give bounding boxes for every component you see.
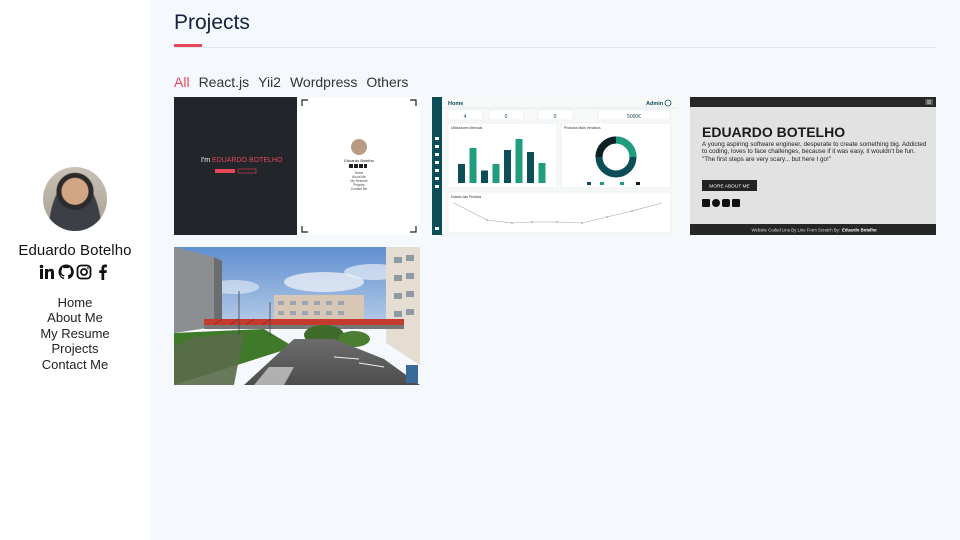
bar-1 <box>469 148 477 183</box>
orders-status-title: Estado das Pedidos <box>451 195 481 199</box>
social-links <box>39 263 111 281</box>
monthly-users-title: Utilizadores Mensais <box>451 126 483 130</box>
project-card-3d-render[interactable] <box>174 247 420 385</box>
bar-5 <box>515 139 523 183</box>
sidebar: Eduardo Botelho Home About Me My Resume … <box>0 0 150 540</box>
filter-wordpress[interactable]: Wordpress <box>290 74 357 90</box>
landing-quote: "The first steps are very scary... but h… <box>702 155 831 163</box>
avatar <box>43 167 107 231</box>
top-products-title: Produtos Mais Vendidos <box>564 126 601 130</box>
filter-reactjs[interactable]: React.js <box>199 74 250 90</box>
nav-my-resume[interactable]: My Resume <box>0 326 150 341</box>
mini-avatar <box>351 139 367 155</box>
intro-prefix: I'm <box>201 157 210 164</box>
intro-button-primary <box>215 169 235 173</box>
intro-name: EDUARDO BOTELHO <box>212 157 283 164</box>
stat-value-1: 4 <box>464 114 467 120</box>
landing-topbar <box>690 97 936 107</box>
stat-value-3: 0 <box>554 114 557 120</box>
dashboard-sidebar <box>432 97 442 235</box>
filter-yii2[interactable]: Yii2 <box>258 74 281 90</box>
linkedin-icon[interactable] <box>39 264 55 280</box>
profile-name: Eduardo Botelho <box>18 242 132 259</box>
right-building <box>386 247 420 365</box>
page-title: Projects <box>174 11 250 34</box>
render-thumbnail <box>174 247 420 385</box>
stat-value-2: 0 <box>505 114 508 120</box>
dashboard-thumbnail: Home Admin 4 0 0 5000€ Utilizadores Mens… <box>432 97 678 235</box>
instagram-icon[interactable] <box>76 264 92 280</box>
landing-footer-text: Website Coded Line By Line From Scratch … <box>751 228 840 233</box>
landing-thumbnail: EDUARDO BOTELHO A young aspiring softwar… <box>690 97 936 235</box>
bar-2 <box>481 170 488 183</box>
filter-others[interactable]: Others <box>366 74 408 90</box>
portfolio-thumbnail: I'm EDUARDO BOTELHO Eduardo Botelho Home… <box>174 97 420 235</box>
more-about-me-label: MORE ABOUT ME <box>709 184 749 190</box>
dashboard-header-title: Home <box>448 101 463 107</box>
bar-0 <box>458 164 465 183</box>
project-card-dashboard[interactable]: Home Admin 4 0 0 5000€ Utilizadores Mens… <box>432 97 678 235</box>
mini-name: Eduardo Botelho <box>344 158 375 163</box>
filter-all[interactable]: All <box>174 74 190 90</box>
bar-6 <box>527 152 534 183</box>
nav-projects[interactable]: Projects <box>0 341 150 356</box>
nav-about-me[interactable]: About Me <box>0 310 150 325</box>
project-filters: All React.js Yii2 Wordpress Others <box>174 74 417 90</box>
landing-tagline-wrap: A young aspiring software engineer, desp… <box>702 141 927 163</box>
dashboard-header-user: Admin <box>646 101 664 107</box>
github-icon[interactable] <box>58 264 74 280</box>
stat-value-4: 5000€ <box>627 114 641 120</box>
landing-footer-name: Eduardo Botelho <box>842 228 877 233</box>
title-divider <box>174 47 936 48</box>
landing-heading: EDUARDO BOTELHO <box>702 124 845 140</box>
landing-tagline: A young aspiring software engineer, desp… <box>702 141 927 156</box>
facebook-icon[interactable] <box>95 264 111 280</box>
bar-4 <box>504 150 511 183</box>
project-card-portfolio[interactable]: I'm EDUARDO BOTELHO Eduardo Botelho Home… <box>174 97 420 235</box>
bar-3 <box>492 164 500 183</box>
orders-status-panel <box>447 191 672 234</box>
top-products-panel <box>560 122 672 189</box>
nav-home[interactable]: Home <box>0 295 150 310</box>
sidebar-nav: Home About Me My Resume Projects Contact… <box>0 295 150 372</box>
bar-7 <box>538 163 546 183</box>
project-card-landing[interactable]: EDUARDO BOTELHO A young aspiring softwar… <box>690 97 936 235</box>
nav-contact-me[interactable]: Contact Me <box>0 357 150 372</box>
mini-menu-contact: Contact Me <box>351 187 368 191</box>
logo-badge <box>406 365 418 383</box>
